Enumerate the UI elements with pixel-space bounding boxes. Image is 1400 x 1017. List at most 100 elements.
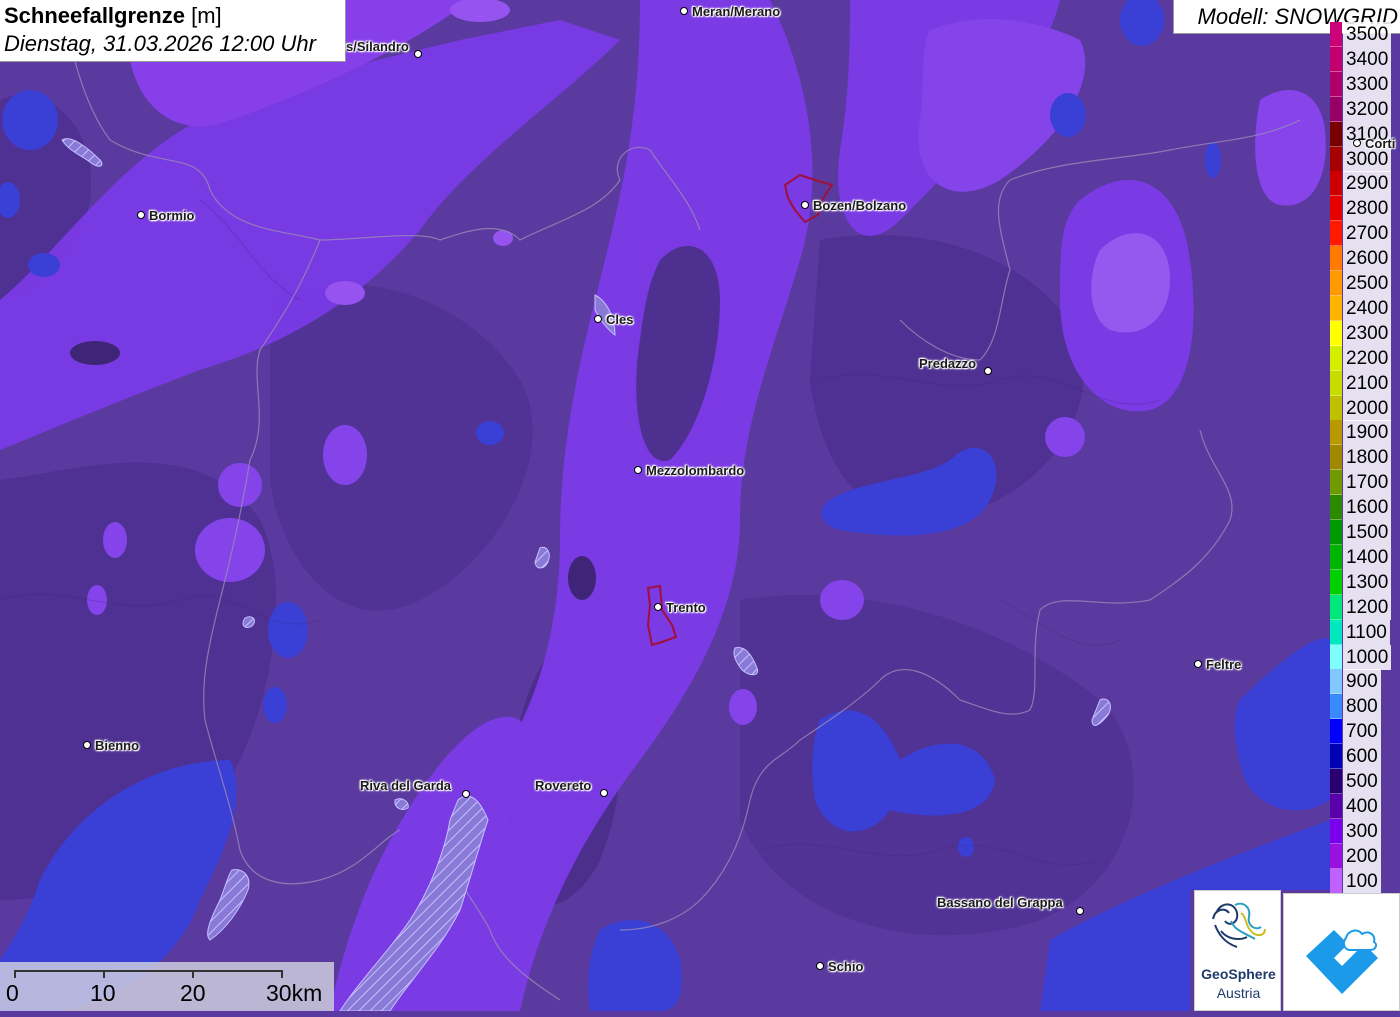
app-logo[interactable] <box>1283 893 1400 1011</box>
legend-label: 700 <box>1343 719 1381 745</box>
scale-line <box>14 970 282 972</box>
legend-label: 1100 <box>1343 619 1390 645</box>
legend-item-1200: 1200 <box>1330 594 1400 620</box>
legend-label: 100 <box>1343 868 1381 894</box>
legend-label: 1800 <box>1343 445 1392 471</box>
map-title-main: Schneefallgrenze <box>4 3 185 28</box>
legend-label: 1900 <box>1343 420 1392 446</box>
city-dot <box>634 466 642 474</box>
scale-label-20: 20 <box>180 980 206 1006</box>
legend-swatch <box>1330 22 1342 47</box>
legend-swatch <box>1330 495 1342 521</box>
legend-label: 1700 <box>1343 470 1392 496</box>
city-label: Bormio <box>149 208 195 223</box>
city-dot <box>83 741 91 749</box>
legend-label: 1500 <box>1343 520 1392 545</box>
legend-label: 2400 <box>1343 295 1392 321</box>
legend-label: 200 <box>1343 843 1381 869</box>
legend-label: 2300 <box>1343 320 1392 346</box>
scale-tick <box>281 970 283 978</box>
legend-swatch <box>1330 46 1342 72</box>
legend-label: 2200 <box>1343 345 1392 371</box>
legend-item-2400: 2400 <box>1330 295 1400 321</box>
city-dot <box>414 50 422 58</box>
legend-item-2900: 2900 <box>1330 171 1400 197</box>
legend-swatch <box>1330 843 1342 869</box>
scale-tick <box>103 970 105 978</box>
legend-swatch <box>1330 345 1342 371</box>
legend-swatch <box>1330 719 1342 745</box>
legend-label: 1600 <box>1343 495 1392 521</box>
geosphere-logo-line2: Austria <box>1216 985 1261 1001</box>
legend-item-300: 300 <box>1330 818 1400 844</box>
legend-label: 800 <box>1343 694 1381 720</box>
legend-label: 2100 <box>1343 370 1392 396</box>
legend-item-2500: 2500 <box>1330 271 1400 296</box>
legend-item-900: 900 <box>1330 669 1400 695</box>
legend-label: 2700 <box>1343 221 1392 247</box>
legend-item-800: 800 <box>1330 694 1400 720</box>
legend-swatch <box>1330 295 1342 321</box>
legend-swatch <box>1330 868 1342 894</box>
scale-label-30km: 30km <box>266 980 323 1006</box>
legend-label: 1400 <box>1343 544 1392 570</box>
legend-swatch <box>1330 769 1342 794</box>
legend-item-1900: 1900 <box>1330 420 1400 446</box>
legend-item-3200: 3200 <box>1330 96 1400 122</box>
legend-swatch <box>1330 146 1342 172</box>
legend-swatch <box>1330 96 1342 122</box>
legend-swatch <box>1330 445 1342 471</box>
legend-item-700: 700 <box>1330 719 1400 745</box>
legend-swatch <box>1330 395 1342 421</box>
legend-swatch <box>1330 669 1342 695</box>
map-title: Schneefallgrenze [m] <box>4 2 345 30</box>
city-label: Riva del Garda <box>360 778 452 793</box>
scale-tick <box>192 970 194 978</box>
legend-label: 1200 <box>1343 594 1392 620</box>
city-label: Trento <box>666 600 706 615</box>
city-dot <box>680 7 688 15</box>
legend-item-1800: 1800 <box>1330 445 1400 471</box>
legend-label: 400 <box>1343 793 1381 819</box>
map-datetime: Dienstag, 31.03.2026 12:00 Uhr <box>4 31 316 56</box>
map-canvas[interactable] <box>0 0 1400 1011</box>
legend-label: 2600 <box>1343 246 1392 272</box>
legend-swatch <box>1330 370 1342 396</box>
legend-label: 2000 <box>1343 395 1392 421</box>
legend-swatch <box>1330 320 1342 346</box>
legend-item-600: 600 <box>1330 744 1400 770</box>
city-label: Mezzolombardo <box>646 463 745 478</box>
legend-swatch <box>1330 420 1342 446</box>
legend-item-3300: 3300 <box>1330 71 1400 97</box>
legend-swatch <box>1330 818 1342 844</box>
legend-item-3500: 3500 <box>1330 22 1400 47</box>
legend-item-2300: 2300 <box>1330 320 1400 346</box>
legend-item-2700: 2700 <box>1330 221 1400 247</box>
legend-label: 2900 <box>1343 171 1392 197</box>
city-label: Feltre <box>1206 657 1242 672</box>
weather-app-icon <box>1306 929 1378 994</box>
city-dot <box>594 315 602 323</box>
legend-item-2100: 2100 <box>1330 370 1400 396</box>
legend-swatch <box>1330 221 1342 247</box>
legend-swatch <box>1330 644 1342 670</box>
legend-swatch <box>1330 694 1342 720</box>
legend-swatch <box>1330 544 1342 570</box>
legend-label: 3500 <box>1343 22 1392 47</box>
city-dot <box>462 790 470 798</box>
legend-item-1400: 1400 <box>1330 544 1400 570</box>
legend-label: 2500 <box>1343 271 1392 296</box>
geosphere-emblem-icon <box>1212 902 1266 948</box>
city-dot <box>801 201 809 209</box>
city-dot <box>137 211 145 219</box>
city-dot <box>600 789 608 797</box>
legend-swatch <box>1330 619 1342 645</box>
geosphere-logo[interactable]: GeoSphere Austria <box>1194 890 1281 1011</box>
legend-item-2800: 2800 <box>1330 196 1400 222</box>
legend-swatch <box>1330 246 1342 272</box>
scale-label-10: 10 <box>90 980 116 1006</box>
legend-item-100: 100 <box>1330 868 1400 894</box>
scale-bar: 0 10 20 30km <box>0 962 334 1011</box>
legend-swatch <box>1330 744 1342 770</box>
legend-swatch <box>1330 71 1342 97</box>
